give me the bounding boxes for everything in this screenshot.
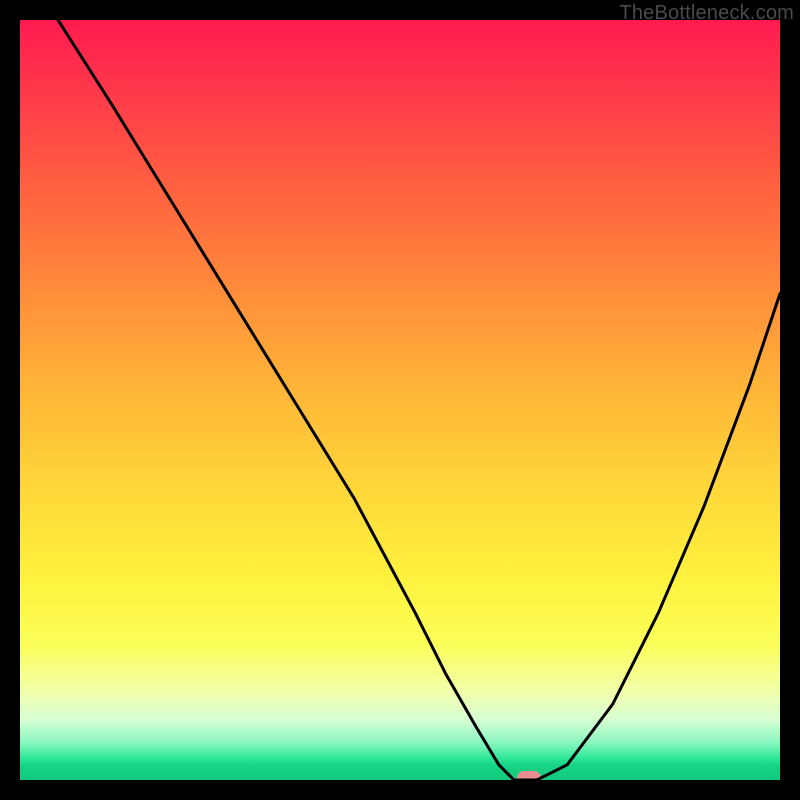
bottleneck-curve — [20, 20, 780, 780]
chart-container: TheBottleneck.com — [0, 0, 800, 800]
attribution-text: TheBottleneck.com — [619, 2, 794, 25]
plot-area — [20, 20, 780, 780]
